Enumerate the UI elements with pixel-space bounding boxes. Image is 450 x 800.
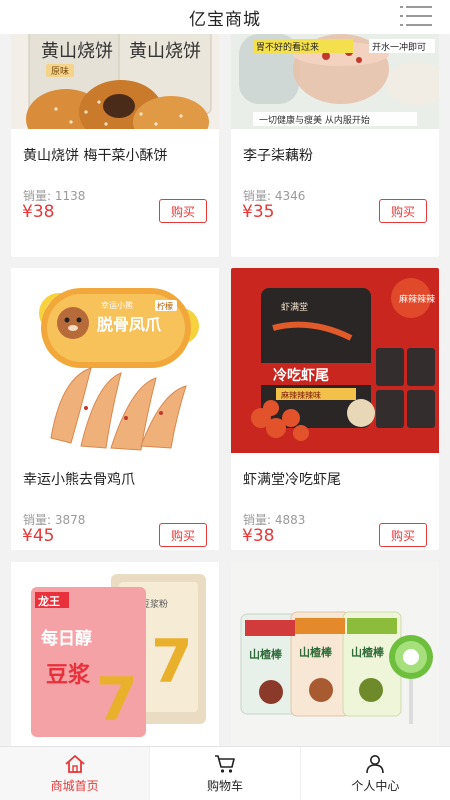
tab-profile[interactable]: 个人中心: [301, 747, 450, 800]
product-card[interactable]: 胃不好的看过来 开水一冲即可 一切健康与瘦美 从内服开始 李子柒藕粉 销量: 4…: [231, 34, 439, 257]
product-card[interactable]: 黄山烧饼 黄山烧饼 原味 黄山烧饼 梅干菜小酥饼 销量: 1138 ¥38 购买: [11, 34, 219, 257]
product-image[interactable]: 胃不好的看过来 开水一冲即可 一切健康与瘦美 从内服开始: [231, 34, 439, 129]
image-text: 幸运小熊: [101, 300, 133, 310]
image-text: 山楂棒: [249, 647, 283, 661]
product-price: ¥38: [22, 202, 55, 222]
svg-text:7: 7: [151, 627, 193, 697]
image-text: 麻辣辣辣味: [281, 390, 321, 400]
product-grid: 黄山烧饼 黄山烧饼 原味 黄山烧饼 梅干菜小酥饼 销量: 1138 ¥38 购买: [0, 34, 450, 746]
tab-label: 商城首页: [50, 778, 99, 793]
product-price: ¥35: [242, 202, 275, 222]
bottom-tab-bar: 商城首页 购物车 个人中心: [0, 746, 450, 800]
product-name[interactable]: 虾满堂冷吃虾尾: [243, 469, 341, 489]
image-text: 黄山烧饼: [129, 41, 201, 62]
tab-label: 个人中心: [351, 778, 400, 793]
product-card[interactable]: 幸运小熊 柠檬 脱骨凤爪 幸运小熊去骨鸡爪 销量: 3878 ¥45 购买: [11, 268, 219, 550]
menu-list-icon[interactable]: [400, 3, 432, 29]
product-card[interactable]: 山楂棒 山楂棒 山楂棒: [231, 562, 439, 746]
buy-button[interactable]: 购买: [379, 523, 427, 547]
tab-label: 购物车: [206, 778, 243, 793]
image-text: 胃不好的看过来: [256, 41, 319, 53]
product-price: ¥38: [242, 526, 275, 546]
image-text: 脱骨凤爪: [97, 315, 162, 334]
image-text: 冷吃虾尾: [273, 367, 329, 384]
product-card[interactable]: 麻辣辣辣 虾满堂 冷吃虾尾 麻辣辣辣味 虾满堂冷吃虾尾 销量: 4883 ¥38…: [231, 268, 439, 550]
image-text: 虾满堂: [281, 301, 308, 313]
image-text: 7: [96, 665, 138, 735]
image-text: 每日醇: [41, 628, 92, 649]
image-text: 一切健康与瘦美 从内服开始: [259, 114, 370, 126]
buy-button[interactable]: 购买: [159, 523, 207, 547]
image-text: 原味: [51, 65, 69, 77]
image-text: 山楂棒: [299, 645, 333, 659]
product-name[interactable]: 幸运小熊去骨鸡爪: [23, 469, 135, 489]
image-text: 开水一冲即可: [372, 41, 426, 53]
cart-icon: [214, 754, 235, 773]
product-price: ¥45: [22, 526, 55, 546]
user-icon: [366, 754, 385, 773]
image-text: 山楂棒: [351, 645, 385, 659]
product-card[interactable]: 原味豆浆粉 7 龙王 每日醇 豆浆 7: [11, 562, 219, 746]
product-image[interactable]: 麻辣辣辣 虾满堂 冷吃虾尾 麻辣辣辣味: [231, 268, 439, 453]
home-icon: [65, 754, 85, 773]
image-text: 柠檬: [157, 301, 173, 311]
image-text: 黄山烧饼: [41, 41, 113, 62]
image-text: 豆浆: [46, 662, 91, 688]
product-image[interactable]: 山楂棒 山楂棒 山楂棒: [231, 562, 439, 746]
page-title: 亿宝商城: [189, 9, 261, 30]
image-text: 龙王: [37, 594, 60, 608]
buy-button[interactable]: 购买: [379, 199, 427, 223]
app-header: 亿宝商城: [0, 0, 450, 34]
tab-cart[interactable]: 购物车: [150, 747, 301, 800]
product-name[interactable]: 黄山烧饼 梅干菜小酥饼: [23, 145, 167, 165]
product-image[interactable]: 幸运小熊 柠檬 脱骨凤爪: [11, 268, 219, 453]
product-image[interactable]: 原味豆浆粉 7 龙王 每日醇 豆浆 7: [11, 562, 219, 746]
buy-button[interactable]: 购买: [159, 199, 207, 223]
image-text: 麻辣辣辣: [399, 293, 435, 305]
product-name[interactable]: 李子柒藕粉: [243, 145, 313, 165]
tab-home[interactable]: 商城首页: [0, 747, 151, 800]
product-image[interactable]: 黄山烧饼 黄山烧饼 原味: [11, 34, 219, 129]
